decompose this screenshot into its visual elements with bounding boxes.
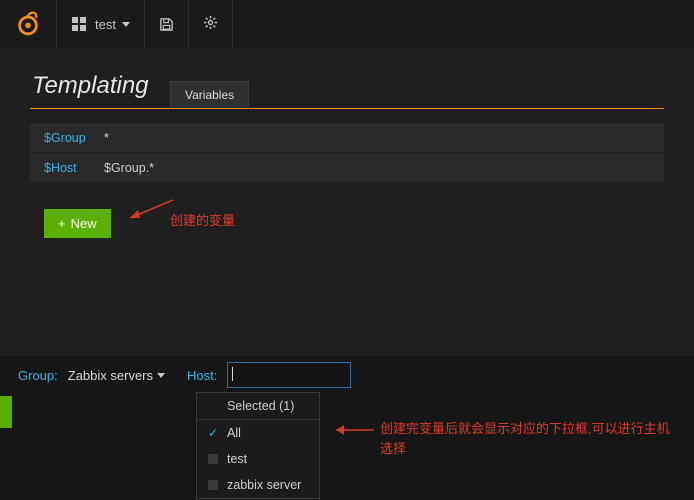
dropdown-item-all[interactable]: ✓ All bbox=[197, 420, 319, 446]
settings-button[interactable] bbox=[189, 0, 233, 48]
grafana-logo-icon bbox=[14, 10, 42, 38]
page-header: Templating Variables bbox=[30, 72, 664, 109]
top-navbar: test bbox=[0, 0, 694, 48]
dashboard-picker[interactable]: test bbox=[57, 0, 145, 48]
new-button-label: New bbox=[71, 216, 97, 231]
dropdown-item-label: All bbox=[227, 426, 241, 440]
annotation-text: 创建的变量 bbox=[170, 210, 235, 229]
checkbox-icon bbox=[207, 453, 219, 465]
variable-row[interactable]: $Group * bbox=[30, 123, 664, 153]
chevron-down-icon bbox=[122, 22, 130, 27]
panel-edge bbox=[0, 396, 12, 428]
variable-definition: $Group.* bbox=[104, 161, 154, 175]
new-variable-button[interactable]: + New bbox=[44, 209, 111, 238]
dropdown-item-label: test bbox=[227, 452, 247, 466]
page-title: Templating bbox=[30, 72, 170, 108]
tab-variables[interactable]: Variables bbox=[170, 81, 249, 109]
save-button[interactable] bbox=[145, 0, 189, 48]
dropdown-item-test[interactable]: test bbox=[197, 446, 319, 472]
dashboard-name: test bbox=[95, 17, 116, 32]
dropdown-item-zabbix-server[interactable]: zabbix server bbox=[197, 472, 319, 498]
grafana-logo-button[interactable] bbox=[0, 0, 57, 48]
dropdown-item-label: zabbix server bbox=[227, 478, 301, 492]
checkbox-icon bbox=[207, 479, 219, 491]
variables-table: $Group * $Host $Group.* bbox=[30, 123, 664, 183]
annotation-arrow-icon bbox=[118, 196, 178, 226]
host-dropdown: Selected (1) ✓ All test zabbix server bbox=[196, 392, 320, 499]
dropdown-header: Selected (1) bbox=[197, 393, 319, 420]
annotation-arrow-icon bbox=[330, 422, 376, 438]
gear-icon bbox=[203, 15, 218, 33]
host-input[interactable] bbox=[227, 362, 351, 388]
text-cursor bbox=[232, 367, 233, 381]
group-label: Group: bbox=[18, 368, 58, 383]
save-icon bbox=[159, 17, 174, 32]
grid-icon bbox=[71, 16, 87, 32]
group-picker[interactable]: Zabbix servers bbox=[68, 368, 165, 383]
variable-definition: * bbox=[104, 131, 109, 145]
annotation-text: 创建完变量后就会显示对应的下拉框,可以进行主机选择 bbox=[380, 419, 680, 458]
host-label: Host: bbox=[187, 368, 217, 383]
check-icon: ✓ bbox=[207, 427, 219, 439]
plus-icon: + bbox=[58, 216, 66, 231]
variable-name: $Group bbox=[44, 131, 104, 145]
variable-row[interactable]: $Host $Group.* bbox=[30, 153, 664, 183]
variable-name: $Host bbox=[44, 161, 104, 175]
group-value: Zabbix servers bbox=[68, 368, 153, 383]
chevron-down-icon bbox=[157, 373, 165, 378]
variable-selectors: Group: Zabbix servers Host: bbox=[0, 356, 694, 394]
